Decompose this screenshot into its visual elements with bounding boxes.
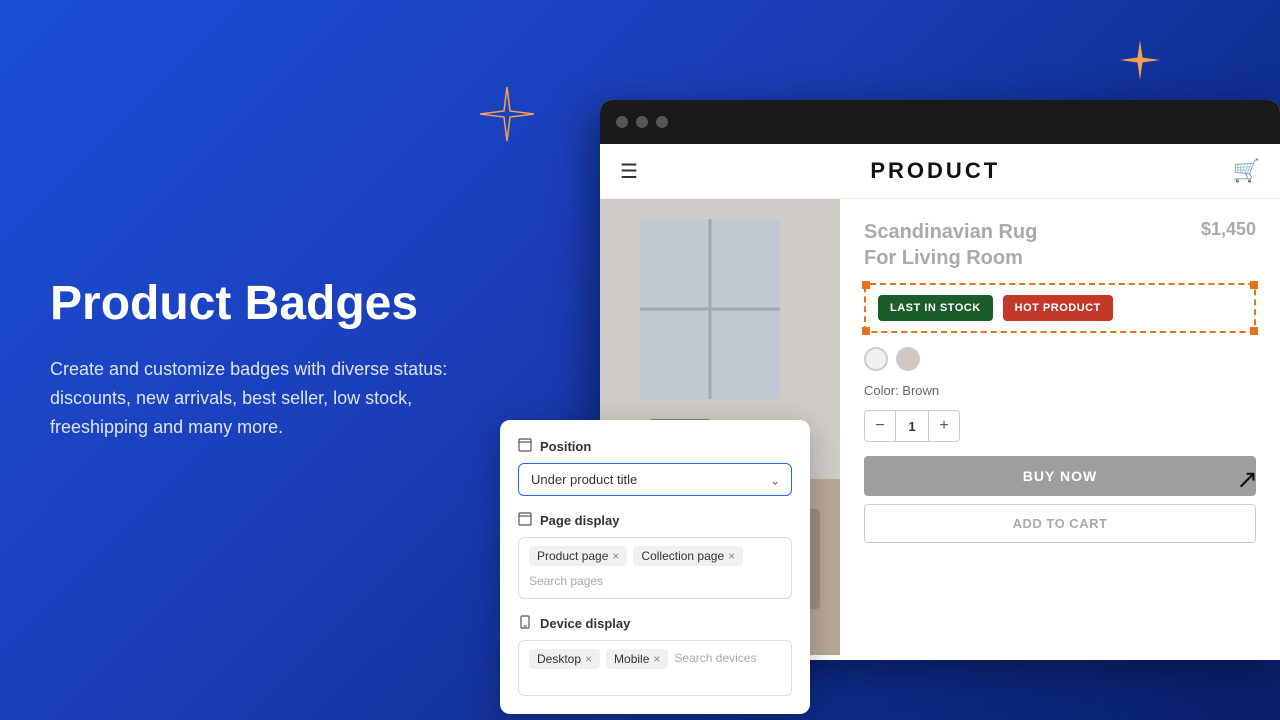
mobile-tag-label: Mobile [614, 652, 649, 666]
page-display-section: Page display Product page × Collection p… [518, 512, 792, 599]
device-display-section: Device display Desktop × Mobile × Search… [518, 615, 792, 696]
badge-corner-bl [862, 327, 870, 335]
desktop-tag-label: Desktop [537, 652, 581, 666]
quantity-value: 1 [895, 411, 929, 441]
sparkle-decoration-2 [1118, 38, 1162, 87]
color-label: Color: Brown [864, 383, 1256, 398]
position-section-icon [518, 438, 532, 455]
position-select-wrapper: Under product title Above product title … [518, 463, 792, 496]
collection-page-tag-label: Collection page [641, 549, 724, 563]
device-display-icon [518, 615, 532, 632]
quantity-increase-button[interactable]: + [929, 411, 959, 441]
position-section-header: Position [518, 438, 792, 455]
position-section-title: Position [540, 439, 591, 454]
store-name: PRODUCT [870, 158, 1000, 184]
page-tags-input[interactable]: Product page × Collection page × Search … [518, 537, 792, 599]
page-description: Create and customize badges with diverse… [50, 355, 470, 441]
desktop-tag: Desktop × [529, 649, 600, 669]
device-search-placeholder: Search devices [674, 649, 756, 667]
hot-product-badge: HOT PRODUCT [1003, 295, 1113, 321]
color-swatch-light[interactable] [864, 347, 888, 371]
product-name: Scandinavian RugFor Living Room [864, 219, 1037, 271]
product-name-price-row: Scandinavian RugFor Living Room $1,450 [864, 219, 1256, 271]
product-page-tag: Product page × [529, 546, 627, 566]
device-display-section-title: Device display [540, 616, 630, 631]
device-display-section-header: Device display [518, 615, 792, 632]
page-search-placeholder: Search pages [529, 572, 603, 590]
device-tags-input[interactable]: Desktop × Mobile × Search devices [518, 640, 792, 696]
last-in-stock-badge: LAST IN STOCK [878, 295, 993, 321]
product-header: ☰ PRODUCT 🛒 [600, 144, 1280, 199]
desktop-tag-remove[interactable]: × [585, 653, 592, 665]
collection-page-tag-remove[interactable]: × [728, 550, 735, 562]
cart-icon[interactable]: 🛒 [1233, 158, 1260, 184]
badge-area: LAST IN STOCK HOT PRODUCT [864, 283, 1256, 333]
color-swatch-medium[interactable] [896, 347, 920, 371]
cursor-indicator: ↗ [1236, 464, 1258, 495]
badge-corner-br [1250, 327, 1258, 335]
page-title: Product Badges [50, 278, 470, 331]
sparkle-decoration-1 [478, 85, 536, 148]
buy-now-button[interactable]: BUY NOW [864, 456, 1256, 496]
page-display-icon [518, 512, 532, 529]
page-display-section-title: Page display [540, 513, 619, 528]
color-swatches [864, 347, 1256, 371]
product-price: $1,450 [1201, 219, 1256, 240]
position-section: Position Under product title Above produ… [518, 438, 792, 496]
browser-bar [600, 100, 1280, 144]
product-page-tag-label: Product page [537, 549, 608, 563]
settings-panel: Position Under product title Above produ… [500, 420, 810, 714]
hamburger-menu-icon[interactable]: ☰ [620, 159, 638, 184]
page-display-section-header: Page display [518, 512, 792, 529]
quantity-decrease-button[interactable]: − [865, 411, 895, 441]
product-page-tag-remove[interactable]: × [612, 550, 619, 562]
add-to-cart-button[interactable]: ADD TO CART [864, 504, 1256, 543]
mobile-tag-remove[interactable]: × [653, 653, 660, 665]
quantity-selector: − 1 + [864, 410, 960, 442]
collection-page-tag: Collection page × [633, 546, 743, 566]
browser-dot-yellow [636, 116, 648, 128]
position-select[interactable]: Under product title Above product title … [518, 463, 792, 496]
browser-dot-red [616, 116, 628, 128]
browser-dot-green [656, 116, 668, 128]
product-details: Scandinavian RugFor Living Room $1,450 L… [840, 199, 1280, 655]
mobile-tag: Mobile × [606, 649, 668, 669]
left-section: Product Badges Create and customize badg… [0, 0, 520, 720]
